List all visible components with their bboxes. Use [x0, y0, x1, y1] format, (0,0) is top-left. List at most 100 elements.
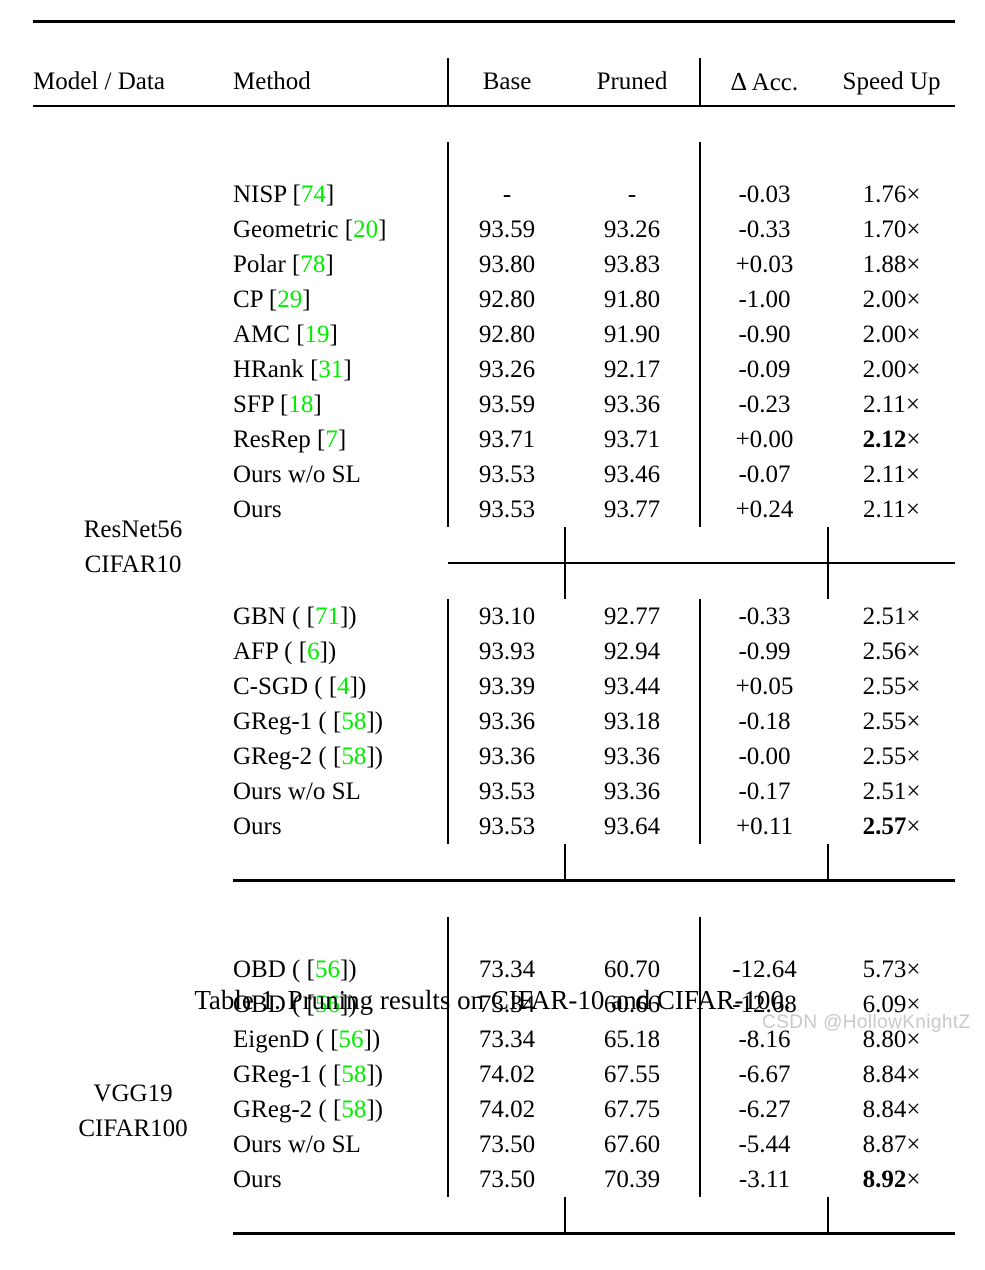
table-row-method: OBD ( [56]): [233, 956, 357, 983]
table-row-pruned: 93.64: [603, 813, 661, 840]
table-row-pruned: 65.18: [603, 1026, 661, 1053]
table-row-speed-up: 1.70×: [828, 212, 955, 247]
citation-reference[interactable]: 4: [337, 673, 350, 700]
table-row: ResNet56 CIFAR10 NISP [74] - - -0.03 1.76×: [33, 177, 955, 578]
column-header-pruned: Pruned: [596, 68, 668, 95]
table-row-base: 93.39: [447, 669, 565, 704]
multiplication-sign-icon: ×: [906, 638, 921, 665]
column-header-method: Method: [233, 68, 311, 95]
table-row-pruned: 93.36: [603, 778, 661, 805]
table-row-method: Ours w/o SL: [233, 1131, 361, 1158]
table-row-speed-up: 8.84×: [828, 1092, 955, 1127]
table-row-speed-up: 2.51×: [828, 774, 955, 809]
speed-up-value: 1.70: [862, 216, 907, 243]
table-row-method: Polar [78]: [233, 251, 334, 278]
table-row-method: AFP ( [6]): [233, 638, 337, 665]
table-row-delta-acc: -5.44: [699, 1127, 828, 1162]
citation-reference[interactable]: 19: [305, 321, 330, 348]
table-row-base: 93.53: [447, 492, 565, 527]
table-row-delta-acc: -0.18: [699, 704, 828, 739]
table-row-delta-acc: -0.07: [699, 457, 828, 492]
speed-up-value: 2.57: [862, 813, 907, 840]
group-label-dataset: CIFAR100: [78, 1115, 188, 1142]
speed-up-value: 2.55: [862, 673, 907, 700]
table-row-speed-up: 2.11×: [828, 492, 955, 527]
table-row-speed-up: 1.88×: [828, 247, 955, 282]
citation-reference[interactable]: 78: [300, 251, 325, 278]
group-label-model: ResNet56: [83, 516, 183, 543]
table-row-method: ResRep [7]: [233, 426, 347, 453]
citation-reference[interactable]: 31: [318, 356, 343, 383]
citation-reference[interactable]: 18: [288, 391, 313, 418]
multiplication-sign-icon: ×: [906, 1166, 921, 1193]
speed-up-value: 2.11: [863, 391, 906, 418]
citation-reference[interactable]: 56: [339, 1026, 364, 1053]
table-row-base: 73.50: [447, 1162, 565, 1197]
table-row-method: GBN ( [71]): [233, 603, 357, 630]
speed-up-value: 8.92: [862, 1166, 907, 1193]
table-row-base: 74.02: [447, 1092, 565, 1127]
table-row-method: Ours: [233, 1166, 282, 1193]
multiplication-sign-icon: ×: [905, 496, 920, 523]
table-row-base: 93.59: [447, 212, 565, 247]
table-row-speed-up: 1.76×: [828, 177, 955, 212]
table-row-method: HRank [31]: [233, 356, 352, 383]
group-label-model: VGG19: [93, 1080, 173, 1107]
table-row-pruned: 93.46: [603, 461, 661, 488]
group-label-resnet56-cifar10: ResNet56 CIFAR10: [33, 177, 233, 917]
table-row-method: C-SGD ( [4]): [233, 673, 367, 700]
citation-reference[interactable]: 58: [341, 708, 366, 735]
speed-up-value: 2.11: [863, 496, 906, 523]
table-row-pruned: 93.44: [603, 673, 661, 700]
speed-up-value: 8.87: [862, 1131, 907, 1158]
speed-up-value: 1.76: [862, 181, 907, 208]
multiplication-sign-icon: ×: [906, 743, 921, 770]
speed-up-value: 2.00: [862, 356, 907, 383]
speed-up-value: 1.88: [862, 251, 907, 278]
table-row-speed-up: 2.56×: [828, 634, 955, 669]
citation-reference[interactable]: 58: [341, 743, 366, 770]
watermark: CSDN @HollowKnightZ: [762, 1012, 971, 1033]
citation-reference[interactable]: 29: [277, 286, 302, 313]
table-row-delta-acc: -1.00: [699, 282, 828, 317]
citation-reference[interactable]: 71: [315, 603, 340, 630]
multiplication-sign-icon: ×: [906, 1061, 921, 1088]
citation-reference[interactable]: 20: [353, 216, 378, 243]
table-row-base: 92.80: [447, 282, 565, 317]
speed-up-value: 2.55: [862, 743, 907, 770]
multiplication-sign-icon: ×: [906, 673, 921, 700]
pruning-results-table: Model / Data Method Base Pruned ∆ Acc. Speed …: [33, 20, 955, 1270]
table-row-speed-up: 5.73×: [828, 952, 955, 987]
table-row-pruned: 93.36: [603, 391, 661, 418]
citation-reference[interactable]: 58: [341, 1096, 366, 1123]
multiplication-sign-icon: ×: [906, 603, 921, 630]
table-row-base: 93.36: [447, 739, 565, 774]
table-row-speed-up: 2.11×: [828, 457, 955, 492]
table-row-method: GReg-2 ( [58]): [233, 743, 383, 770]
table-row-method: GReg-1 ( [58]): [233, 1061, 383, 1088]
speed-up-value: 5.73: [862, 956, 907, 983]
table-row-method: Ours w/o SL: [233, 461, 361, 488]
table-row-pruned: -: [627, 181, 637, 208]
citation-reference[interactable]: 56: [315, 956, 340, 983]
table-row-base: 93.53: [447, 809, 565, 844]
table-row-delta-acc: -0.09: [699, 352, 828, 387]
multiplication-sign-icon: ×: [906, 356, 921, 383]
multiplication-sign-icon: ×: [906, 216, 921, 243]
table-row-delta-acc: +0.24: [699, 492, 828, 527]
citation-reference[interactable]: 7: [325, 426, 338, 453]
column-header-speed-up: Speed Up: [842, 68, 941, 95]
table-row-method: GReg-2 ( [58]): [233, 1096, 383, 1123]
citation-reference[interactable]: 6: [307, 638, 320, 665]
table-row-pruned: 93.26: [603, 216, 661, 243]
table-row-speed-up: 2.55×: [828, 739, 955, 774]
table-row-delta-acc: -0.90: [699, 317, 828, 352]
speed-up-value: 8.84: [862, 1061, 907, 1088]
multiplication-sign-icon: ×: [906, 1131, 921, 1158]
table-row-pruned: 60.70: [603, 956, 661, 983]
citation-reference[interactable]: 74: [301, 181, 326, 208]
citation-reference[interactable]: 58: [341, 1061, 366, 1088]
table-row-base: 93.53: [447, 457, 565, 492]
table-row-speed-up: 8.84×: [828, 1057, 955, 1092]
table-row-speed-up: 2.00×: [828, 317, 955, 352]
